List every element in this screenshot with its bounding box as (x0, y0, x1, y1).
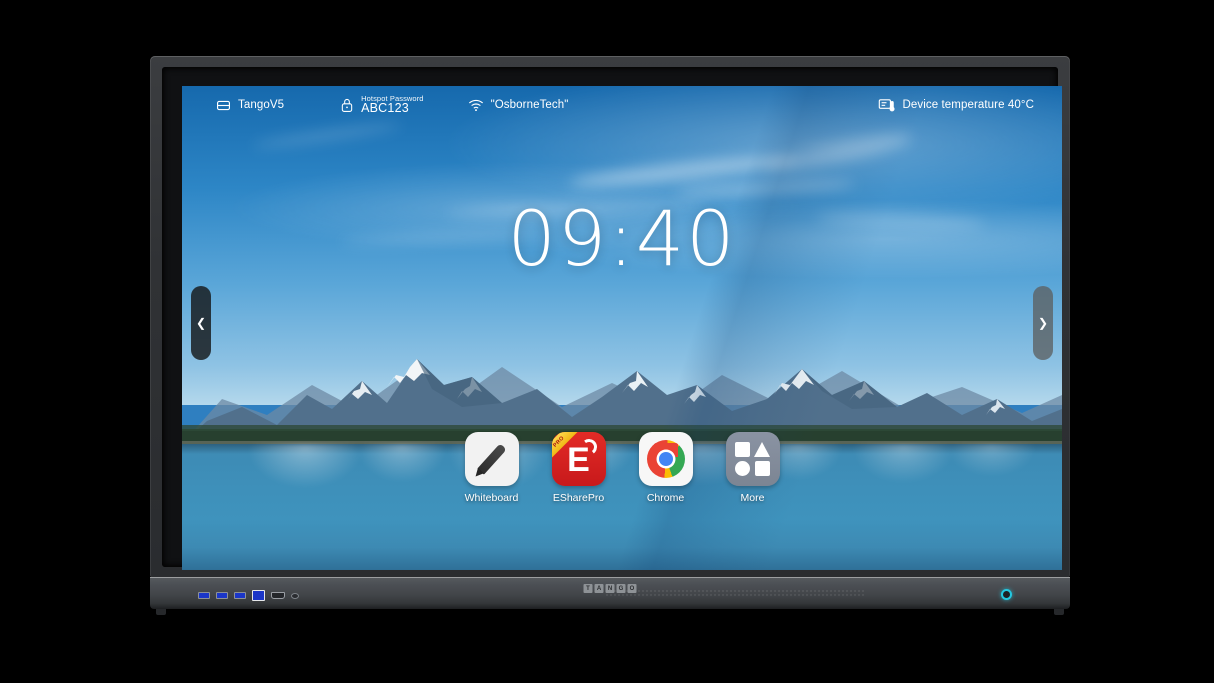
chrome-logo-ring (646, 440, 685, 478)
brand-letter: N (605, 584, 615, 593)
pen-glyph (476, 443, 507, 475)
hotspot-password-value: ABC123 (361, 101, 409, 116)
app-label: Chrome (646, 492, 685, 504)
more-apps-icon[interactable] (725, 432, 780, 486)
display-screen[interactable]: TangoV5 Hotspot Password ABC123 "Osborne… (182, 86, 1062, 570)
brand-logo: T A N G O (583, 584, 637, 593)
lock-icon (340, 97, 354, 113)
port-panel (198, 590, 299, 601)
shape-circle-icon (735, 461, 751, 477)
chrome-inner-blue (658, 452, 673, 466)
device-temperature-label: Device temperature 40°C (902, 99, 1034, 111)
device-name-label: TangoV5 (238, 99, 285, 111)
brand-letter: T (583, 584, 593, 593)
interactive-flat-panel-display: TangoV5 Hotspot Password ABC123 "Osborne… (150, 56, 1070, 615)
left-sidebar-handle[interactable]: ❮ (191, 286, 211, 360)
status-bar: TangoV5 Hotspot Password ABC123 "Osborne… (182, 86, 1062, 124)
app-label: More (740, 492, 765, 504)
app-more[interactable]: More (722, 432, 784, 504)
brand-letter: A (594, 584, 604, 593)
wifi-ssid-label: "OsborneTech" (490, 99, 569, 111)
app-label: ESharePro (552, 492, 605, 504)
bottom-bezel: T A N G O (150, 577, 1070, 609)
cloud (252, 120, 403, 151)
usb-port[interactable] (216, 592, 228, 599)
usb-port[interactable] (198, 592, 210, 599)
cloud (762, 128, 914, 179)
shape-square-icon (754, 461, 770, 477)
display-inner-recess: TangoV5 Hotspot Password ABC123 "Osborne… (162, 67, 1062, 570)
status-wifi[interactable]: "OsborneTech" (468, 98, 569, 112)
wifi-icon (468, 98, 484, 112)
stand-foot (156, 609, 166, 615)
brand-letter: G (616, 584, 626, 593)
display-bezel: TangoV5 Hotspot Password ABC123 "Osborne… (150, 56, 1070, 577)
chrome-icon[interactable] (638, 432, 693, 486)
wallpaper-mountain-range (182, 338, 1062, 445)
app-esharepro[interactable]: E PRO ESharePro (548, 432, 610, 504)
device-temperature-icon (878, 97, 895, 113)
headphone-jack[interactable] (291, 592, 299, 599)
bezel-highlight-line (150, 577, 1070, 578)
app-chrome[interactable]: Chrome (635, 432, 697, 504)
status-hotspot-password[interactable]: Hotspot Password ABC123 (340, 93, 424, 116)
usb-port-highlighted[interactable] (252, 590, 265, 601)
hotspot-password-label: Hotspot Password (361, 93, 424, 103)
app-whiteboard[interactable]: Whiteboard (461, 432, 523, 504)
status-device-temperature[interactable]: Device temperature 40°C (878, 97, 1034, 113)
brand-letter: O (627, 584, 637, 593)
right-sidebar-handle[interactable]: ❯ (1033, 286, 1053, 360)
eshare-icon[interactable]: E PRO (551, 432, 606, 486)
stand-foot (1054, 609, 1064, 615)
hdmi-port[interactable] (271, 592, 285, 599)
whiteboard-pen-icon[interactable] (464, 432, 519, 486)
speaker-vent-grille (605, 589, 865, 598)
clock-widget: 09:40 (507, 194, 737, 283)
display-icon (216, 98, 231, 113)
status-device-name[interactable]: TangoV5 (216, 98, 284, 113)
shape-triangle-icon (754, 441, 771, 457)
shape-square-icon (735, 441, 751, 457)
app-label: Whiteboard (464, 492, 519, 504)
app-dock: Whiteboard E PRO ESharePro Chrome More (182, 432, 1062, 504)
usb-port[interactable] (234, 592, 246, 599)
power-indicator-button[interactable] (1001, 589, 1012, 600)
